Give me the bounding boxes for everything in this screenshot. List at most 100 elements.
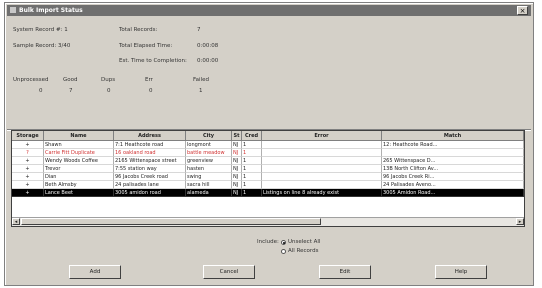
total-elapsed-label: Total Elapsed Time: [119, 43, 173, 49]
bulk-import-status-window: Bulk Import Status × System Record #: 1 … [4, 2, 534, 286]
cell-st: NJ [232, 149, 242, 157]
scroll-right-icon[interactable]: ▸ [516, 218, 524, 225]
total-records-value: 7 [197, 27, 201, 33]
scroll-thumb[interactable] [21, 218, 321, 225]
radio-unselect-all-label[interactable]: Unselect All [288, 239, 320, 245]
cell-name: Lance Beet [44, 189, 114, 197]
window-title: Bulk Import Status [19, 7, 83, 14]
cell-cred: 1 [242, 165, 262, 173]
cell-address: 7:55 station way [114, 165, 186, 173]
column-header-error[interactable]: Error [262, 131, 382, 141]
cell-st: NJ [232, 165, 242, 173]
cell-address: 2165 Wittenspace street [114, 157, 186, 165]
app-icon [10, 7, 16, 13]
cell-storage: ? [12, 149, 44, 157]
cell-name: Dian [44, 173, 114, 181]
sample-record-label: Sample Record: 3/40 [13, 43, 71, 49]
column-header-storage[interactable]: Storage [12, 131, 44, 141]
count-value-unprocessed: 0 [39, 88, 43, 94]
cell-st: NJ [232, 173, 242, 181]
total-elapsed-value: 0:00:08 [197, 43, 219, 49]
cell-address: 7:1 Heathcote road [114, 141, 186, 149]
cell-city: alameda [186, 189, 232, 197]
cell-match: 96 Jacobs Creek Ri... [382, 173, 524, 181]
cell-name: Carrie Fitt Duplicate [44, 149, 114, 157]
est-completion-label: Est. Time to Completion: [119, 58, 187, 64]
cell-cred: 1 [242, 173, 262, 181]
table-row[interactable]: + Shawn 7:1 Heathcote road longmont NJ 1… [12, 141, 524, 149]
column-header-name[interactable]: Name [44, 131, 114, 141]
table-row[interactable]: + Wendy Woods Coffee 2165 Wittenspace st… [12, 157, 524, 165]
cell-match: 265 Wittenspace D... [382, 157, 524, 165]
est-completion-value: 0:00:00 [197, 58, 219, 64]
cell-name: Shawn [44, 141, 114, 149]
cancel-button[interactable]: Cancel [203, 265, 255, 279]
count-value-failed: 1 [199, 88, 203, 94]
cell-error [262, 181, 382, 189]
cell-error [262, 141, 382, 149]
cell-storage: + [12, 181, 44, 189]
table-row-selected[interactable]: + Lance Beet 3005 amidon road alameda NJ… [12, 189, 524, 197]
cell-match: 24 Palisades Aveno... [382, 181, 524, 189]
table-row[interactable]: + Dian 96 Jacobs Creek road swing NJ 1 9… [12, 173, 524, 181]
count-value-err: 0 [149, 88, 153, 94]
include-label: Include: [257, 239, 279, 245]
cell-name: Wendy Woods Coffee [44, 157, 114, 165]
radio-unselect-all[interactable] [281, 240, 286, 245]
cell-error [262, 173, 382, 181]
edit-button[interactable]: Edit [319, 265, 371, 279]
cell-city: swing [186, 173, 232, 181]
table-row[interactable]: + Beth Almsby 24 palisades lane sacra hi… [12, 181, 524, 189]
cell-st: NJ [232, 141, 242, 149]
cell-city: hasten [186, 165, 232, 173]
cell-match: 13B North Clifton Av... [382, 165, 524, 173]
cell-error [262, 149, 382, 157]
count-header-dups: Dups [101, 77, 116, 83]
table-row[interactable]: + Trevor 7:55 station way hasten NJ 1 13… [12, 165, 524, 173]
count-header-failed: Failed [193, 77, 209, 83]
cell-storage: + [12, 189, 44, 197]
cell-storage: + [12, 157, 44, 165]
cell-st: NJ [232, 157, 242, 165]
system-record-label: System Record #: 1 [13, 27, 68, 33]
close-button[interactable]: × [517, 6, 528, 15]
cell-cred: 1 [242, 157, 262, 165]
column-header-st[interactable]: St [232, 131, 242, 141]
column-header-match[interactable]: Match [382, 131, 524, 141]
table-row[interactable]: ? Carrie Fitt Duplicate 16 oakland road … [12, 149, 524, 157]
cell-error [262, 157, 382, 165]
cell-name: Beth Almsby [44, 181, 114, 189]
grid-header: Storage Name Address City St Cred Error … [12, 131, 524, 141]
cell-cred: 1 [242, 189, 262, 197]
column-header-city[interactable]: City [186, 131, 232, 141]
column-header-cred[interactable]: Cred [242, 131, 262, 141]
radio-all-records-label[interactable]: All Records [288, 248, 318, 254]
cell-cred: 1 [242, 141, 262, 149]
records-grid[interactable]: Storage Name Address City St Cred Error … [11, 130, 525, 227]
cell-address: 24 palisades lane [114, 181, 186, 189]
total-records-label: Total Records: [119, 27, 158, 33]
cell-match: 12: Heathcote Road... [382, 141, 524, 149]
cell-error [262, 165, 382, 173]
count-header-err: Err [145, 77, 153, 83]
cell-cred: 1 [242, 149, 262, 157]
title-bar: Bulk Import Status × [7, 5, 531, 16]
cell-address: 3005 amidon road [114, 189, 186, 197]
cell-st: NJ [232, 189, 242, 197]
add-button[interactable]: Add [69, 265, 121, 279]
column-header-address[interactable]: Address [114, 131, 186, 141]
cell-cred: 1 [242, 181, 262, 189]
cell-storage: + [12, 165, 44, 173]
help-button[interactable]: Help [435, 265, 487, 279]
cell-match: 3005 Amidon Road... [382, 189, 524, 197]
count-value-good: 7 [69, 88, 73, 94]
count-value-dups: 0 [107, 88, 111, 94]
horizontal-scrollbar[interactable]: ◂ ▸ [12, 217, 524, 226]
cell-storage: + [12, 141, 44, 149]
scroll-left-icon[interactable]: ◂ [12, 218, 20, 225]
radio-all-records[interactable] [281, 249, 286, 254]
cell-city: greenview [186, 157, 232, 165]
cell-storage: + [12, 173, 44, 181]
cell-error: Listings on line 8 already exist [262, 189, 382, 197]
cell-st: NJ [232, 181, 242, 189]
